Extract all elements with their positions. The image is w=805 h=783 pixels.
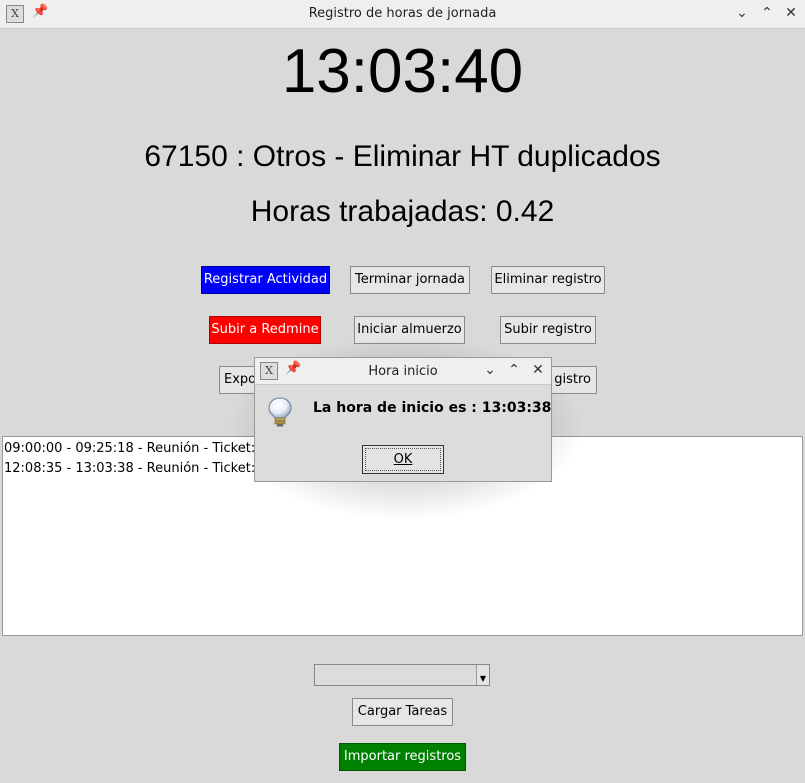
ok-button[interactable]: OK	[362, 445, 444, 474]
maximize-icon[interactable]: ⌃	[758, 4, 776, 22]
close-icon[interactable]: ✕	[529, 361, 547, 379]
window-titlebar[interactable]: X 📌 Registro de horas de jornada ⌄ ⌃ ✕	[0, 0, 805, 29]
eliminar-registro-button[interactable]: Eliminar registro	[491, 266, 605, 294]
current-task-label: 67150 : Otros - Eliminar HT duplicados	[144, 140, 661, 173]
maximize-icon[interactable]: ⌃	[505, 361, 523, 379]
tasks-dropdown[interactable]: ▼	[314, 664, 490, 686]
terminar-jornada-button[interactable]: Terminar jornada	[350, 266, 470, 294]
dialog-message: La hora de inicio es : 13:03:38	[313, 400, 552, 416]
clock-display: 13:03:40	[281, 37, 524, 106]
importar-registros-button[interactable]: Importar registros	[339, 743, 466, 771]
close-icon[interactable]: ✕	[782, 4, 800, 22]
dialog-titlebar[interactable]: X 📌 Hora inicio ⌄ ⌃ ✕	[255, 358, 551, 385]
window-title: Registro de horas de jornada	[308, 6, 497, 21]
ok-button-label: OK	[393, 452, 413, 467]
lightbulb-icon	[268, 397, 292, 427]
registrar-actividad-button[interactable]: Registrar Actividad	[201, 266, 330, 294]
hours-worked-label: Horas trabajadas: 0.42	[250, 195, 555, 228]
minimize-icon[interactable]: ⌄	[733, 4, 751, 22]
cargar-tareas-button[interactable]: Cargar Tareas	[352, 698, 453, 726]
chevron-down-icon[interactable]: ▼	[476, 665, 489, 685]
hora-inicio-dialog: X 📌 Hora inicio ⌄ ⌃ ✕ La hora de inicio …	[254, 357, 552, 482]
minimize-icon[interactable]: ⌄	[481, 361, 499, 379]
